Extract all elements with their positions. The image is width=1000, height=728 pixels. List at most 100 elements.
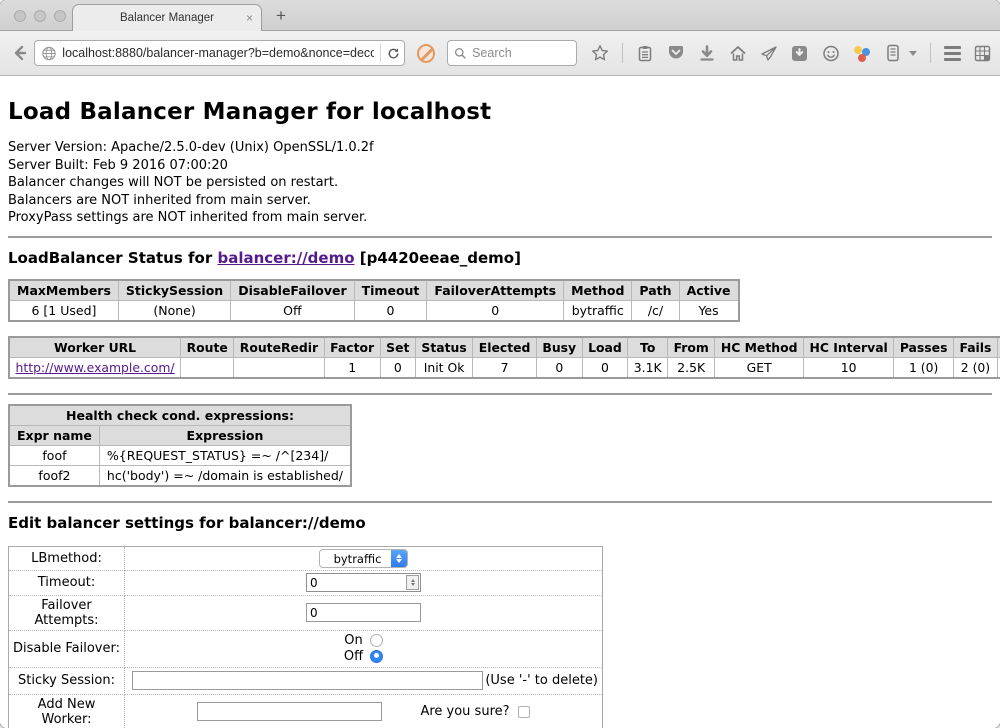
are-you-sure-checkbox[interactable] — [518, 706, 530, 718]
timeout-row: Timeout: — [9, 570, 603, 595]
worker-table-row: http://www.example.com/ 1 0 Init Ok 7 0 … — [9, 357, 1000, 378]
lbmethod-select[interactable]: bytraffic — [319, 549, 409, 568]
col-path: Path — [632, 280, 679, 301]
failover-attempts-input[interactable] — [306, 603, 421, 622]
cell-factor: 1 — [324, 357, 380, 378]
traffic-lights — [14, 10, 66, 22]
colored-dots-extension-icon[interactable] — [853, 44, 871, 62]
search-placeholder: Search — [472, 46, 512, 60]
divider — [8, 393, 992, 395]
disable-failover-label: Disable Failover: — [9, 630, 125, 667]
sticky-session-input[interactable] — [132, 671, 483, 690]
search-icon — [454, 47, 467, 60]
browser-window: Balancer Manager × + localhost:8880/bala… — [0, 0, 1000, 728]
red-dot — [858, 54, 866, 62]
health-table-row: foof2 hc('body') =~ /domain is establish… — [9, 465, 351, 486]
health-check-table: Health check cond. expressions: Expr nam… — [8, 404, 352, 487]
col-to: To — [628, 337, 668, 358]
status-heading-prefix: LoadBalancer Status for — [8, 249, 217, 267]
add-worker-row: Add New Worker: Are you sure? — [9, 694, 603, 728]
cell-method: bytraffic — [564, 300, 632, 321]
timeout-label: Timeout: — [9, 570, 125, 595]
are-you-sure-label: Are you sure? — [420, 704, 509, 719]
col-route: Route — [181, 337, 234, 358]
search-bar[interactable]: Search — [447, 40, 577, 66]
col-fails: Fails — [953, 337, 997, 358]
col-passes: Passes — [894, 337, 954, 358]
chevron-down-icon[interactable] — [909, 51, 917, 56]
worker-table-header-row: Worker URL Route RouteRedir Factor Set S… — [9, 337, 1000, 358]
home-icon[interactable] — [729, 44, 747, 62]
radio-off-label: Off — [344, 649, 363, 665]
col-busy: Busy — [536, 337, 582, 358]
toolbar-separator-2 — [930, 43, 931, 63]
browser-tab[interactable]: Balancer Manager × — [72, 4, 262, 31]
navigation-toolbar: localhost:8880/balancer-manager?b=demo&n… — [0, 31, 1000, 76]
new-tab-button[interactable]: + — [276, 6, 286, 26]
sticky-session-label: Sticky Session: — [9, 667, 125, 694]
toolbar-separator — [622, 43, 623, 63]
notes-panel-icon[interactable] — [884, 44, 902, 62]
proxypass-note-line: ProxyPass settings are NOT inherited fro… — [8, 209, 992, 227]
cell-hc-method: GET — [715, 357, 804, 378]
bookmark-star-icon[interactable] — [591, 44, 609, 62]
divider — [8, 236, 992, 238]
col-hc-interval: HC Interval — [803, 337, 893, 358]
worker-table: Worker URL Route RouteRedir Factor Set S… — [8, 336, 1000, 379]
cell-elected: 7 — [473, 357, 537, 378]
tab-bar: Balancer Manager × + — [0, 0, 1000, 31]
tab-close-icon[interactable]: × — [246, 11, 253, 25]
minimize-window-button[interactable] — [34, 10, 46, 22]
col-expr-name: Expr name — [9, 425, 99, 445]
radio-on[interactable] — [370, 634, 383, 647]
col-worker-url: Worker URL — [9, 337, 181, 358]
back-button[interactable] — [8, 40, 32, 66]
col-routeredir: RouteRedir — [234, 337, 324, 358]
cell-expression-foof: %{REQUEST_STATUS} =~ /^[234]/ — [99, 445, 351, 465]
col-stickysession: StickySession — [118, 280, 230, 301]
content-blocked-icon[interactable] — [417, 44, 435, 63]
col-method: Method — [564, 280, 632, 301]
radio-off[interactable] — [370, 650, 383, 663]
lbmethod-row: LBmethod: bytraffic — [9, 546, 603, 570]
feedback-smiley-icon[interactable] — [822, 44, 840, 62]
cell-route — [181, 357, 234, 378]
add-worker-input[interactable] — [197, 702, 382, 721]
lbmethod-selected-value: bytraffic — [320, 550, 392, 567]
menu-hamburger-icon[interactable] — [944, 46, 961, 61]
col-timeout: Timeout — [354, 280, 427, 301]
cell-passes: 1 (0) — [894, 357, 954, 378]
downloads-icon[interactable] — [698, 44, 716, 62]
col-expression: Expression — [99, 425, 351, 445]
cell-busy: 0 — [536, 357, 582, 378]
urlbar-divider — [380, 44, 381, 62]
zoom-window-button[interactable] — [54, 10, 66, 22]
col-maxmembers: MaxMembers — [9, 280, 118, 301]
back-arrow-icon — [11, 44, 29, 62]
balancer-demo-link[interactable]: balancer://demo — [217, 249, 354, 267]
url-text[interactable]: localhost:8880/balancer-manager?b=demo&n… — [62, 46, 374, 60]
pocket-icon[interactable] — [667, 44, 685, 62]
send-plane-icon[interactable] — [760, 44, 778, 62]
balancer-status-table: MaxMembers StickySession DisableFailover… — [8, 279, 740, 322]
save-to-app-icon[interactable] — [791, 44, 809, 62]
balancer-table-header-row: MaxMembers StickySession DisableFailover… — [9, 280, 739, 301]
yellow-dot — [854, 46, 862, 54]
col-load: Load — [582, 337, 628, 358]
page-title: Load Balancer Manager for localhost — [8, 99, 992, 125]
health-table-row: foof %{REQUEST_STATUS} =~ /^[234]/ — [9, 445, 351, 465]
col-set: Set — [380, 337, 415, 358]
col-hc-method: HC Method — [715, 337, 804, 358]
select-stepper-icon — [391, 550, 407, 567]
col-elected: Elected — [473, 337, 537, 358]
worker-url-link[interactable]: http://www.example.com/ — [16, 360, 175, 375]
grid-tiles-icon[interactable] — [974, 44, 992, 62]
sticky-session-row: Sticky Session: (Use '-' to delete) — [9, 667, 603, 694]
timeout-input[interactable] — [307, 576, 406, 590]
bookmarks-clipboard-icon[interactable] — [636, 44, 654, 62]
close-window-button[interactable] — [14, 10, 26, 22]
balancer-table-row: 6 [1 Used] (None) Off 0 0 bytraffic /c/ … — [9, 300, 739, 321]
reload-icon[interactable] — [387, 46, 400, 61]
url-bar[interactable]: localhost:8880/balancer-manager?b=demo&n… — [34, 40, 405, 66]
number-spinner-icon[interactable] — [406, 575, 419, 590]
